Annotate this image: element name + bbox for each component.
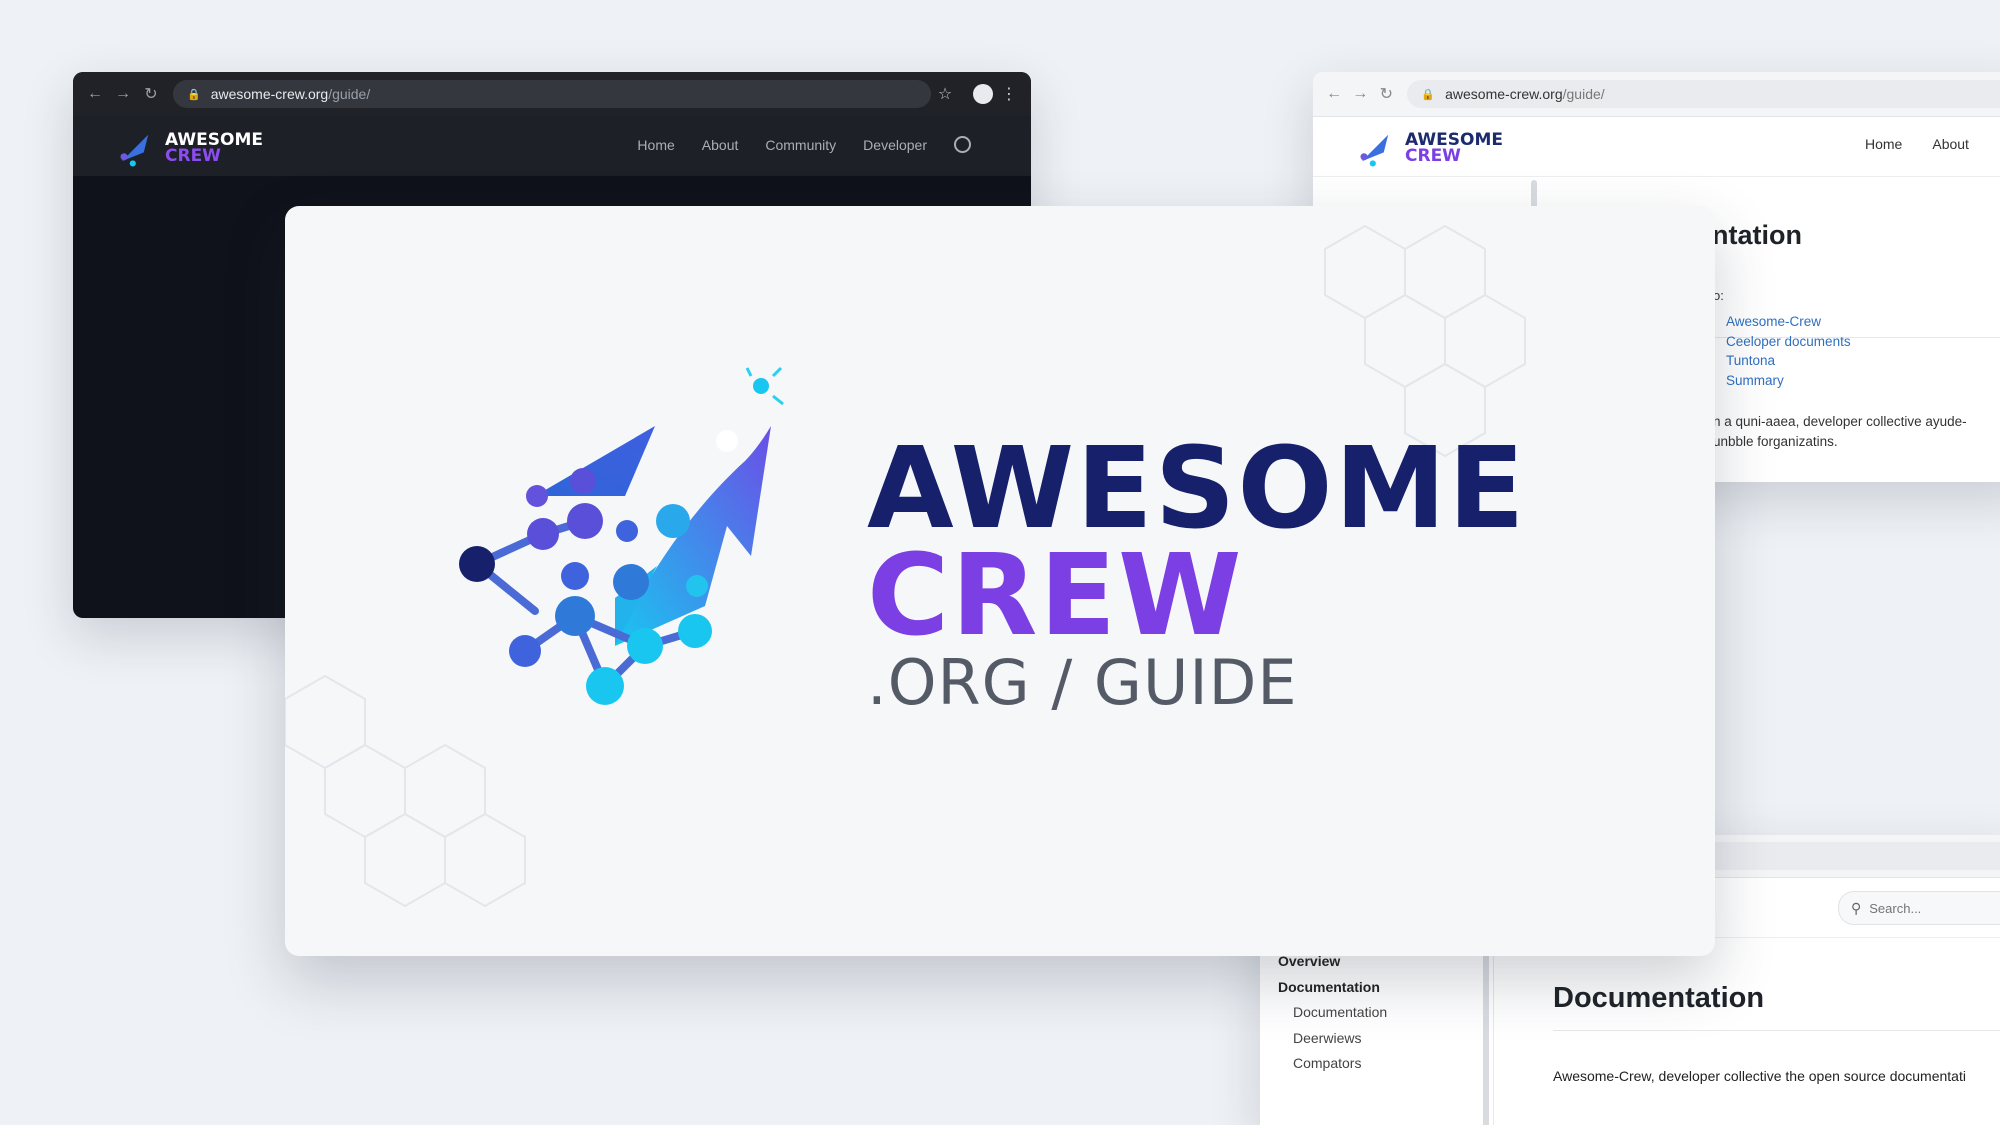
hero-title-line2: CREW bbox=[867, 531, 1244, 661]
logo-line2: CREW bbox=[165, 146, 221, 166]
forward-icon[interactable]: → bbox=[109, 85, 137, 103]
nav-home[interactable]: Home bbox=[1865, 136, 1902, 152]
doc-toc-list: Awesome-Crew Ceeloper documents Tuntona … bbox=[1706, 312, 1851, 390]
reload-icon[interactable]: ↻ bbox=[1373, 84, 1399, 104]
nav-about[interactable]: About bbox=[702, 137, 739, 153]
forward-icon[interactable]: → bbox=[1347, 85, 1373, 103]
sidebar-scrollbar[interactable] bbox=[1483, 938, 1489, 1125]
doc-paragraph-line: unbble forganizatins. bbox=[1713, 434, 1838, 449]
toc-item[interactable]: Ceeloper documents bbox=[1726, 332, 1851, 352]
reload-icon[interactable]: ↻ bbox=[137, 84, 165, 104]
site-nav: Home About Community Developer bbox=[637, 136, 971, 153]
back-icon[interactable]: ← bbox=[81, 85, 109, 103]
address-bar[interactable]: 🔒 awesome-crew.org/guide/ bbox=[1407, 80, 2000, 108]
doc-heading: Documentation bbox=[1553, 982, 1765, 1014]
doc-paragraph: n a quni-aaea, developer collective ayud… bbox=[1713, 412, 1967, 452]
doc-paragraph: Awesome-Crew, developer collective the o… bbox=[1553, 1068, 1966, 1084]
search-icon: ⚲ bbox=[1851, 899, 1862, 916]
site-header: AWESOME CREW Home About bbox=[1313, 116, 2000, 177]
toc-item[interactable]: Tuntona bbox=[1726, 351, 1851, 371]
site-nav: Home About bbox=[1865, 136, 1969, 152]
rocket-logo-icon bbox=[120, 134, 149, 167]
lock-icon: 🔒 bbox=[187, 88, 201, 101]
browser-toolbar: ← → ↻ 🔒 awesome-crew.org/guide/ ☆ ⋮ bbox=[73, 72, 1031, 116]
nav-home[interactable]: Home bbox=[637, 137, 674, 153]
doc-heading-fragment: ntation bbox=[1712, 220, 1802, 250]
sidebar-item-documentation[interactable]: Documentation bbox=[1278, 979, 1380, 995]
nav-community[interactable]: Community bbox=[765, 137, 836, 153]
nav-developer[interactable]: Developer bbox=[863, 137, 927, 153]
doc-paragraph-line: n a quni-aaea, developer collective ayud… bbox=[1713, 414, 1967, 429]
browser-toolbar: ← → ↻ 🔒 awesome-crew.org/guide/ bbox=[1313, 72, 2000, 117]
sidebar-divider bbox=[1493, 938, 1494, 1125]
account-icon[interactable] bbox=[973, 84, 993, 104]
search-box[interactable]: ⚲ bbox=[1838, 891, 2000, 925]
lock-icon: 🔒 bbox=[1421, 88, 1436, 101]
back-icon[interactable]: ← bbox=[1321, 85, 1347, 103]
site-header: AWESOME CREW Home About Community Develo… bbox=[73, 116, 1031, 176]
github-icon[interactable] bbox=[954, 136, 971, 153]
hero-subtitle: .ORG / GUIDE bbox=[867, 646, 1298, 719]
nav-about[interactable]: About bbox=[1932, 136, 1969, 152]
sidebar-subitem[interactable]: Documentation bbox=[1293, 1004, 1387, 1020]
address-bar[interactable]: 🔒 awesome-crew.org/guide/ bbox=[173, 80, 931, 108]
menu-icon[interactable]: ⋮ bbox=[995, 84, 1023, 104]
url-path: /guide/ bbox=[1562, 86, 1605, 102]
sidebar-subitem[interactable]: Deerwiews bbox=[1293, 1030, 1361, 1046]
docs-sidebar: Overview Documentation Documentation Dee… bbox=[1260, 938, 1490, 1125]
rocket-logo-icon bbox=[1360, 134, 1389, 167]
star-icon[interactable]: ☆ bbox=[931, 84, 959, 104]
heading-divider bbox=[1553, 1030, 2000, 1031]
site-logo[interactable]: AWESOME CREW bbox=[113, 126, 263, 170]
logo-line2: CREW bbox=[1405, 146, 1461, 166]
site-logo[interactable]: AWESOME CREW bbox=[1353, 126, 1503, 170]
search-input[interactable] bbox=[1867, 899, 2000, 917]
sidebar-subitem[interactable]: Compators bbox=[1293, 1055, 1361, 1071]
url-path: /guide/ bbox=[328, 86, 371, 102]
url-domain: awesome-crew.org bbox=[210, 86, 329, 102]
rocket-network-logo-icon bbox=[459, 366, 784, 705]
url-domain: awesome-crew.org bbox=[1445, 86, 1563, 102]
toc-item[interactable]: Summary bbox=[1726, 371, 1851, 391]
hero-logo-card: AWESOME CREW .ORG / GUIDE bbox=[285, 206, 1715, 956]
toc-item[interactable]: Awesome-Crew bbox=[1726, 312, 1851, 332]
